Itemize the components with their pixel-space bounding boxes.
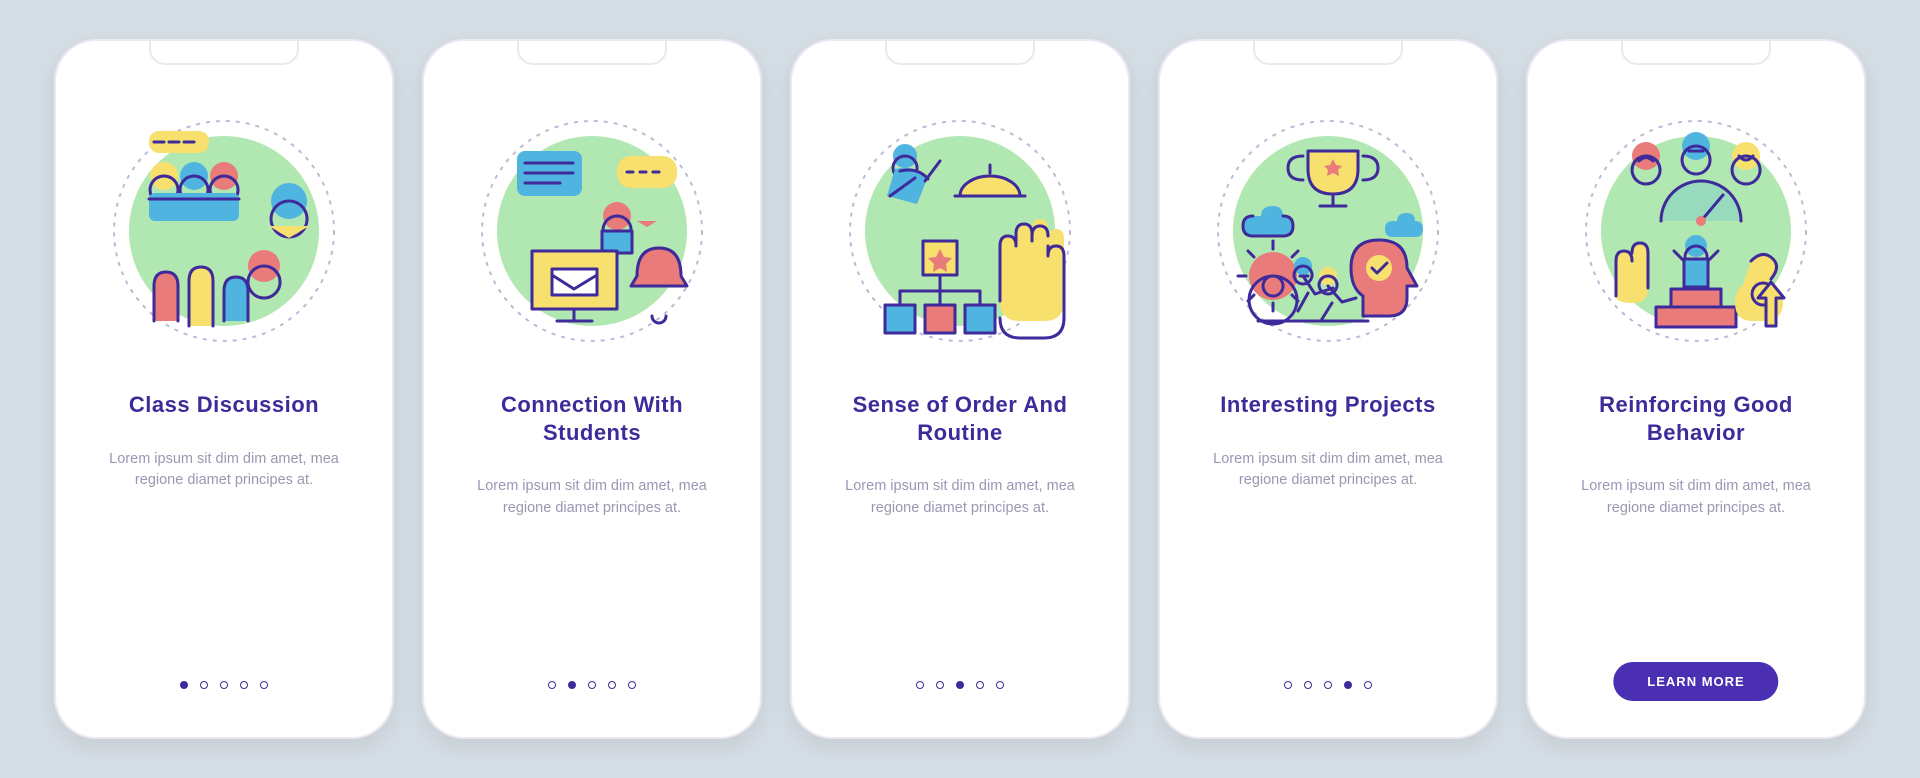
dot-2[interactable] [568, 681, 576, 689]
dot-2[interactable] [936, 681, 944, 689]
phone-slide-1: Class Discussion Lorem ipsum sit dim dim… [54, 39, 394, 739]
slide-title: Sense of Order And Routine [828, 391, 1092, 446]
dot-1[interactable] [1284, 681, 1292, 689]
learn-more-button[interactable]: LEARN MORE [1613, 662, 1778, 701]
class-discussion-icon [94, 101, 354, 361]
slide-title: Reinforcing Good Behavior [1564, 391, 1828, 446]
dot-5[interactable] [628, 681, 636, 689]
slide-body: Lorem ipsum sit dim dim amet, mea region… [835, 476, 1085, 520]
slide-body: Lorem ipsum sit dim dim amet, mea region… [467, 476, 717, 520]
dot-4[interactable] [240, 681, 248, 689]
pagination-dots [548, 681, 636, 689]
dot-1[interactable] [916, 681, 924, 689]
dot-4[interactable] [976, 681, 984, 689]
slide-body: Lorem ipsum sit dim dim amet, mea region… [1203, 449, 1453, 493]
order-routine-icon [830, 101, 1090, 361]
pagination-dots [180, 681, 268, 689]
phone-notch [149, 41, 299, 65]
dot-3[interactable] [1324, 681, 1332, 689]
slide-title: Interesting Projects [1220, 391, 1435, 419]
slide-body: Lorem ipsum sit dim dim amet, mea region… [99, 449, 349, 493]
phone-notch [1621, 41, 1771, 65]
dot-2[interactable] [200, 681, 208, 689]
phone-slide-2: Connection With Students Lorem ipsum sit… [422, 39, 762, 739]
phone-slide-4: Interesting Projects Lorem ipsum sit dim… [1158, 39, 1498, 739]
phone-slide-3: Sense of Order And Routine Lorem ipsum s… [790, 39, 1130, 739]
pagination-dots [916, 681, 1004, 689]
dot-5[interactable] [996, 681, 1004, 689]
dot-2[interactable] [1304, 681, 1312, 689]
pagination-dots [1284, 681, 1372, 689]
dot-4[interactable] [608, 681, 616, 689]
dot-1[interactable] [548, 681, 556, 689]
phone-slide-5: Reinforcing Good Behavior Lorem ipsum si… [1526, 39, 1866, 739]
dot-3[interactable] [220, 681, 228, 689]
dot-4[interactable] [1344, 681, 1352, 689]
dot-3[interactable] [588, 681, 596, 689]
dot-5[interactable] [260, 681, 268, 689]
slide-body: Lorem ipsum sit dim dim amet, mea region… [1571, 476, 1821, 520]
dot-1[interactable] [180, 681, 188, 689]
phone-notch [1253, 41, 1403, 65]
dot-3[interactable] [956, 681, 964, 689]
dot-5[interactable] [1364, 681, 1372, 689]
good-behavior-icon [1566, 101, 1826, 361]
onboarding-slides-row: Class Discussion Lorem ipsum sit dim dim… [24, 9, 1896, 769]
connection-icon [462, 101, 722, 361]
slide-title: Connection With Students [460, 391, 724, 446]
slide-title: Class Discussion [129, 391, 319, 419]
phone-notch [517, 41, 667, 65]
phone-notch [885, 41, 1035, 65]
projects-icon [1198, 101, 1458, 361]
